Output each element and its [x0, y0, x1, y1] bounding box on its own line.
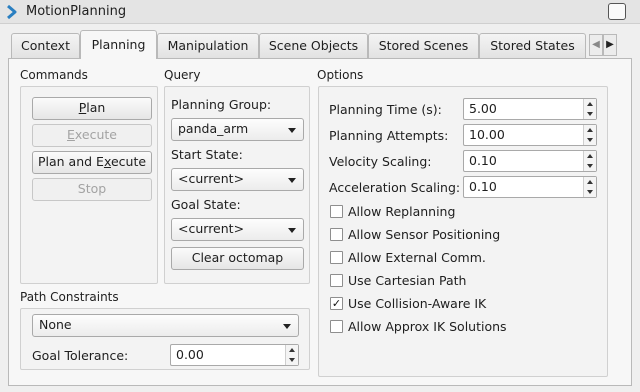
tab-planning[interactable]: Planning	[80, 30, 157, 59]
allow-external-comm-checkbox[interactable]	[330, 251, 343, 264]
planning-time-spinbox[interactable]: 5.00	[463, 98, 597, 120]
planning-group-label: Planning Group:	[171, 97, 272, 112]
chevron-down-icon	[288, 178, 296, 183]
spin-up-icon	[289, 348, 295, 352]
goal-state-value: <current>	[178, 221, 245, 236]
planning-time-value: 5.00	[469, 101, 497, 116]
chevron-down-icon	[288, 228, 296, 233]
spin-down-icon	[587, 164, 593, 168]
start-state-select[interactable]: <current>	[171, 168, 304, 191]
planning-attempts-spinbox[interactable]: 10.00	[463, 124, 597, 146]
acceleration-scaling-label: Acceleration Scaling:	[329, 180, 461, 195]
execute-mnemonic: E	[67, 127, 75, 142]
plan-and-execute-button[interactable]: Plan and Execute	[32, 151, 152, 174]
stop-button[interactable]: Stop	[32, 178, 152, 201]
query-heading: Query	[164, 68, 201, 82]
plan-label: lan	[86, 100, 106, 115]
planning-time-label: Planning Time (s):	[329, 102, 442, 117]
allow-replanning-label: Allow Replanning	[348, 204, 456, 219]
tab-manipulation[interactable]: Manipulation	[157, 33, 259, 58]
execute-label: xecute	[74, 127, 117, 142]
allow-approx-ik-checkbox[interactable]	[330, 320, 343, 333]
use-cartesian-path-checkbox[interactable]	[330, 274, 343, 287]
velocity-scaling-label: Velocity Scaling:	[329, 154, 432, 169]
spin-up-icon	[587, 154, 593, 158]
path-constraint-value: None	[39, 317, 72, 332]
use-collision-aware-ik-label: Use Collision-Aware IK	[348, 296, 487, 311]
plan-execute-mnemonic: x	[103, 154, 111, 169]
undock-button[interactable]	[608, 3, 626, 20]
spin-down-icon	[587, 190, 593, 194]
spin-arrows[interactable]	[583, 99, 596, 119]
planning-attempts-label: Planning Attempts:	[329, 128, 449, 143]
allow-approx-ik-label: Allow Approx IK Solutions	[348, 319, 507, 334]
execute-button[interactable]: Execute	[32, 124, 152, 147]
spin-arrows[interactable]	[583, 177, 596, 197]
goal-tolerance-spinbox[interactable]: 0.00	[170, 344, 299, 366]
acceleration-scaling-value: 0.10	[469, 179, 497, 194]
spin-arrows[interactable]	[583, 125, 596, 145]
use-collision-aware-ik-checkbox[interactable]: ✓	[330, 297, 343, 310]
commands-heading: Commands	[20, 68, 88, 82]
tab-scroll-left-icon[interactable]: ◀	[589, 34, 603, 56]
acceleration-scaling-spinbox[interactable]: 0.10	[463, 176, 597, 198]
tab-stored-scenes[interactable]: Stored Scenes	[368, 33, 479, 58]
spin-down-icon	[587, 112, 593, 116]
spin-up-icon	[587, 102, 593, 106]
goal-tolerance-label: Goal Tolerance:	[32, 348, 129, 363]
velocity-scaling-spinbox[interactable]: 0.10	[463, 150, 597, 172]
tab-stored-states[interactable]: Stored States	[479, 33, 586, 58]
options-heading: Options	[317, 68, 364, 82]
goal-state-select[interactable]: <current>	[171, 218, 304, 241]
start-state-value: <current>	[178, 171, 245, 186]
allow-replanning-checkbox[interactable]	[330, 205, 343, 218]
planning-group-value: panda_arm	[178, 121, 249, 136]
spin-arrows[interactable]	[583, 151, 596, 171]
spin-down-icon	[587, 138, 593, 142]
velocity-scaling-value: 0.10	[469, 153, 497, 168]
path-constraints-heading: Path Constraints	[20, 290, 119, 304]
spin-up-icon	[587, 128, 593, 132]
tab-scroll-right-icon[interactable]: ▶	[603, 34, 617, 56]
plan-execute-label-post: ecute	[110, 154, 147, 169]
goal-tolerance-value: 0.00	[176, 347, 204, 362]
planning-group-select[interactable]: panda_arm	[171, 118, 304, 141]
checkmark-icon: ✓	[331, 297, 342, 310]
path-constraint-select[interactable]: None	[32, 314, 299, 337]
clear-octomap-button[interactable]: Clear octomap	[171, 247, 304, 270]
rviz-panel-icon	[7, 4, 17, 20]
spin-up-icon	[587, 180, 593, 184]
spin-arrows[interactable]	[285, 345, 298, 365]
goal-state-label: Goal State:	[171, 197, 241, 212]
allow-external-comm-label: Allow External Comm.	[348, 250, 486, 265]
chevron-down-icon	[283, 324, 291, 329]
plan-button[interactable]: Plan	[32, 97, 152, 120]
tab-scene-objects[interactable]: Scene Objects	[259, 33, 368, 58]
planning-attempts-value: 10.00	[469, 127, 505, 142]
spin-down-icon	[289, 358, 295, 362]
allow-sensor-positioning-checkbox[interactable]	[330, 228, 343, 241]
use-cartesian-path-label: Use Cartesian Path	[348, 273, 467, 288]
chevron-down-icon	[288, 128, 296, 133]
tab-context[interactable]: Context	[11, 33, 80, 58]
window-title: MotionPlanning	[26, 4, 127, 19]
plan-execute-label-pre: Plan and E	[37, 154, 104, 169]
start-state-label: Start State:	[171, 147, 243, 162]
allow-sensor-positioning-label: Allow Sensor Positioning	[348, 227, 501, 242]
